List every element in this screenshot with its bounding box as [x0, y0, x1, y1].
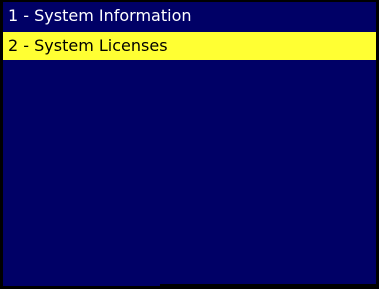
- bottom-border-strip: [160, 284, 376, 289]
- menu-list: 1 - System Information 2 - System Licens…: [3, 2, 376, 60]
- menu-item-label: 2 - System Licenses: [8, 36, 168, 55]
- menu-item-system-information[interactable]: 1 - System Information: [3, 2, 376, 30]
- menu-item-system-licenses[interactable]: 2 - System Licenses: [3, 32, 376, 60]
- menu-item-label: 1 - System Information: [8, 6, 192, 25]
- menu-panel: 1 - System Information 2 - System Licens…: [0, 0, 379, 289]
